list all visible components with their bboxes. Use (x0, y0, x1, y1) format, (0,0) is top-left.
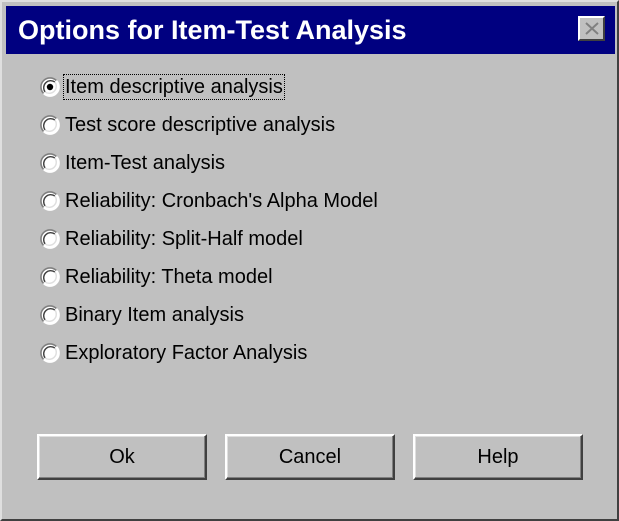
option-item-test-analysis[interactable]: Item-Test analysis (40, 150, 380, 175)
option-label: Reliability: Theta model (65, 265, 273, 288)
close-button[interactable] (578, 16, 605, 41)
button-row: Ok Cancel Help (37, 434, 597, 480)
option-binary-item-analysis[interactable]: Binary Item analysis (40, 302, 380, 327)
radio-button[interactable] (40, 114, 60, 135)
radio-button[interactable] (40, 342, 60, 363)
cancel-button[interactable]: Cancel (225, 434, 395, 480)
radio-button[interactable] (40, 152, 60, 173)
analysis-options-group: Item descriptive analysis Test score des… (40, 73, 380, 378)
option-test-score-descriptive-analysis[interactable]: Test score descriptive analysis (40, 112, 380, 137)
option-item-descriptive-analysis[interactable]: Item descriptive analysis (40, 73, 380, 100)
radio-button[interactable] (40, 190, 60, 211)
option-label: Exploratory Factor Analysis (65, 341, 308, 364)
radio-button[interactable] (40, 266, 60, 287)
radio-button[interactable] (40, 304, 60, 325)
option-label: Item descriptive analysis (63, 73, 285, 100)
option-label: Item-Test analysis (65, 151, 226, 174)
options-dialog: Options for Item-Test Analysis Item desc… (0, 0, 619, 521)
option-label: Test score descriptive analysis (65, 113, 336, 136)
option-reliability-theta[interactable]: Reliability: Theta model (40, 264, 380, 289)
radio-selected-dot (46, 83, 54, 90)
help-button[interactable]: Help (413, 434, 583, 480)
radio-button[interactable] (40, 76, 60, 97)
radio-button[interactable] (40, 228, 60, 249)
option-label: Reliability: Split-Half model (65, 227, 303, 250)
ok-button[interactable]: Ok (37, 434, 207, 480)
option-label: Binary Item analysis (65, 303, 244, 326)
option-label: Reliability: Cronbach's Alpha Model (65, 189, 378, 212)
option-reliability-split-half[interactable]: Reliability: Split-Half model (40, 226, 380, 251)
option-exploratory-factor-analysis[interactable]: Exploratory Factor Analysis (40, 340, 380, 365)
close-icon (585, 22, 599, 35)
option-reliability-cronbach-alpha[interactable]: Reliability: Cronbach's Alpha Model (40, 188, 380, 213)
dialog-title: Options for Item-Test Analysis (18, 15, 407, 45)
title-bar[interactable]: Options for Item-Test Analysis (6, 6, 615, 54)
